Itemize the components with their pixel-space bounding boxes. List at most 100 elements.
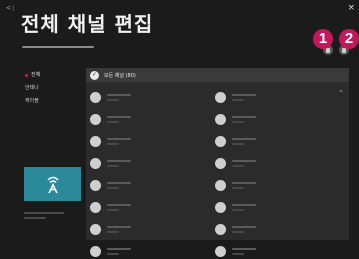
caption-text-blur: [24, 212, 64, 214]
subtitle-text-blur: [22, 46, 94, 48]
page-subtitle: [22, 45, 94, 51]
channel-number-blur: [107, 186, 119, 189]
channel-text-blur: [107, 93, 131, 101]
channel-item[interactable]: [90, 155, 215, 171]
channel-item[interactable]: [215, 199, 340, 215]
channel-item[interactable]: [90, 111, 215, 127]
sidebar-item-label: 전체: [31, 72, 41, 78]
channel-name-blur: [107, 225, 131, 228]
channel-checkbox-icon[interactable]: [90, 157, 101, 169]
callout-badge-1: 1: [313, 29, 333, 49]
sidebar-item-cable[interactable]: 케이블: [25, 98, 40, 111]
channel-number-blur: [107, 230, 119, 233]
channel-item[interactable]: [90, 243, 215, 259]
caption-text-blur: [24, 217, 46, 219]
channel-grid: [90, 89, 340, 259]
channel-number-blur: [232, 230, 244, 233]
channel-name-blur: [107, 181, 131, 184]
channel-name-blur: [107, 115, 131, 118]
channel-name-blur: [232, 159, 256, 162]
channel-list-panel: ✓ 모든 채널 (80) ⌃: [86, 68, 349, 257]
channel-number-blur: [107, 208, 119, 211]
channel-number-blur: [107, 164, 119, 167]
channel-text-blur: [107, 181, 131, 189]
channel-name-blur: [107, 247, 131, 250]
channel-item[interactable]: [215, 221, 340, 237]
channel-name-blur: [232, 115, 256, 118]
all-channels-label: 모든 채널 (80): [104, 72, 136, 79]
channel-checkbox-icon[interactable]: [90, 135, 101, 147]
channel-number-blur: [107, 252, 119, 255]
sidebar-item-label: 케이블: [25, 98, 39, 104]
channel-item[interactable]: [215, 243, 340, 259]
channel-name-blur: [232, 225, 256, 228]
channel-item[interactable]: [90, 199, 215, 215]
channel-name-blur: [232, 93, 256, 96]
channel-name-blur: [232, 181, 256, 184]
antenna-icon: [46, 176, 59, 194]
channel-checkbox-icon[interactable]: [215, 245, 226, 257]
channel-name-blur: [107, 93, 131, 96]
channel-number-blur: [232, 252, 244, 255]
channel-checkbox-icon[interactable]: [215, 223, 226, 235]
channel-item[interactable]: [215, 111, 340, 127]
channel-text-blur: [232, 115, 256, 123]
channel-item[interactable]: [215, 89, 340, 105]
channel-checkbox-icon[interactable]: [90, 201, 101, 213]
channel-checkbox-icon[interactable]: [215, 91, 226, 103]
channel-text-blur: [232, 203, 256, 211]
channel-name-blur: [107, 203, 131, 206]
sidebar-menu: 전체 안테나 케이블: [25, 72, 40, 111]
channel-item[interactable]: [90, 221, 215, 237]
channel-number-blur: [232, 186, 244, 189]
channel-item[interactable]: [215, 155, 340, 171]
all-channels-row[interactable]: ✓ 모든 채널 (80): [86, 68, 349, 82]
channel-text-blur: [107, 115, 131, 123]
channel-number-blur: [232, 208, 244, 211]
sidebar-item-label: 안테나: [25, 85, 39, 91]
channel-checkbox-icon[interactable]: [90, 91, 101, 103]
check-icon[interactable]: ✓: [90, 70, 99, 80]
channel-text-blur: [107, 225, 131, 233]
sidebar-item-all[interactable]: 전체: [25, 72, 40, 85]
channel-text-blur: [107, 203, 131, 211]
channel-checkbox-icon[interactable]: [90, 179, 101, 191]
channel-number-blur: [107, 142, 119, 145]
channel-text-blur: [232, 247, 256, 255]
channel-checkbox-icon[interactable]: [215, 113, 226, 125]
back-arrow-icon: <: [5, 4, 12, 12]
channel-name-blur: [232, 203, 256, 206]
channel-text-blur: [107, 137, 131, 145]
callout-badge-2: 2: [339, 29, 359, 49]
channel-checkbox-icon[interactable]: [90, 245, 101, 257]
channel-name-blur: [107, 137, 131, 140]
channel-name-blur: [232, 137, 256, 140]
channel-text-blur: [232, 137, 256, 145]
channel-checkbox-icon[interactable]: [90, 113, 101, 125]
channel-number-blur: [107, 120, 119, 123]
channel-checkbox-icon[interactable]: [215, 179, 226, 191]
channel-text-blur: [232, 159, 256, 167]
sidebar-item-antenna[interactable]: 안테나: [25, 85, 40, 98]
channel-item[interactable]: [90, 177, 215, 193]
back-button[interactable]: < |: [4, 3, 16, 13]
channel-checkbox-icon[interactable]: [215, 135, 226, 147]
channel-preview: [24, 167, 81, 201]
channel-item[interactable]: [215, 133, 340, 149]
channel-text-blur: [232, 181, 256, 189]
channel-item[interactable]: [215, 177, 340, 193]
back-divider: |: [12, 4, 15, 12]
channel-number-blur: [232, 142, 244, 145]
channel-item[interactable]: [90, 89, 215, 105]
channel-name-blur: [232, 247, 256, 250]
channel-number-blur: [232, 98, 244, 101]
close-button[interactable]: ×: [347, 4, 355, 13]
channel-number-blur: [232, 164, 244, 167]
channel-item[interactable]: [90, 133, 215, 149]
channel-checkbox-icon[interactable]: [90, 223, 101, 235]
channel-checkbox-icon[interactable]: [215, 201, 226, 213]
channel-text-blur: [232, 225, 256, 233]
channel-number-blur: [107, 98, 119, 101]
active-dot-icon: [25, 74, 28, 77]
channel-checkbox-icon[interactable]: [215, 157, 226, 169]
